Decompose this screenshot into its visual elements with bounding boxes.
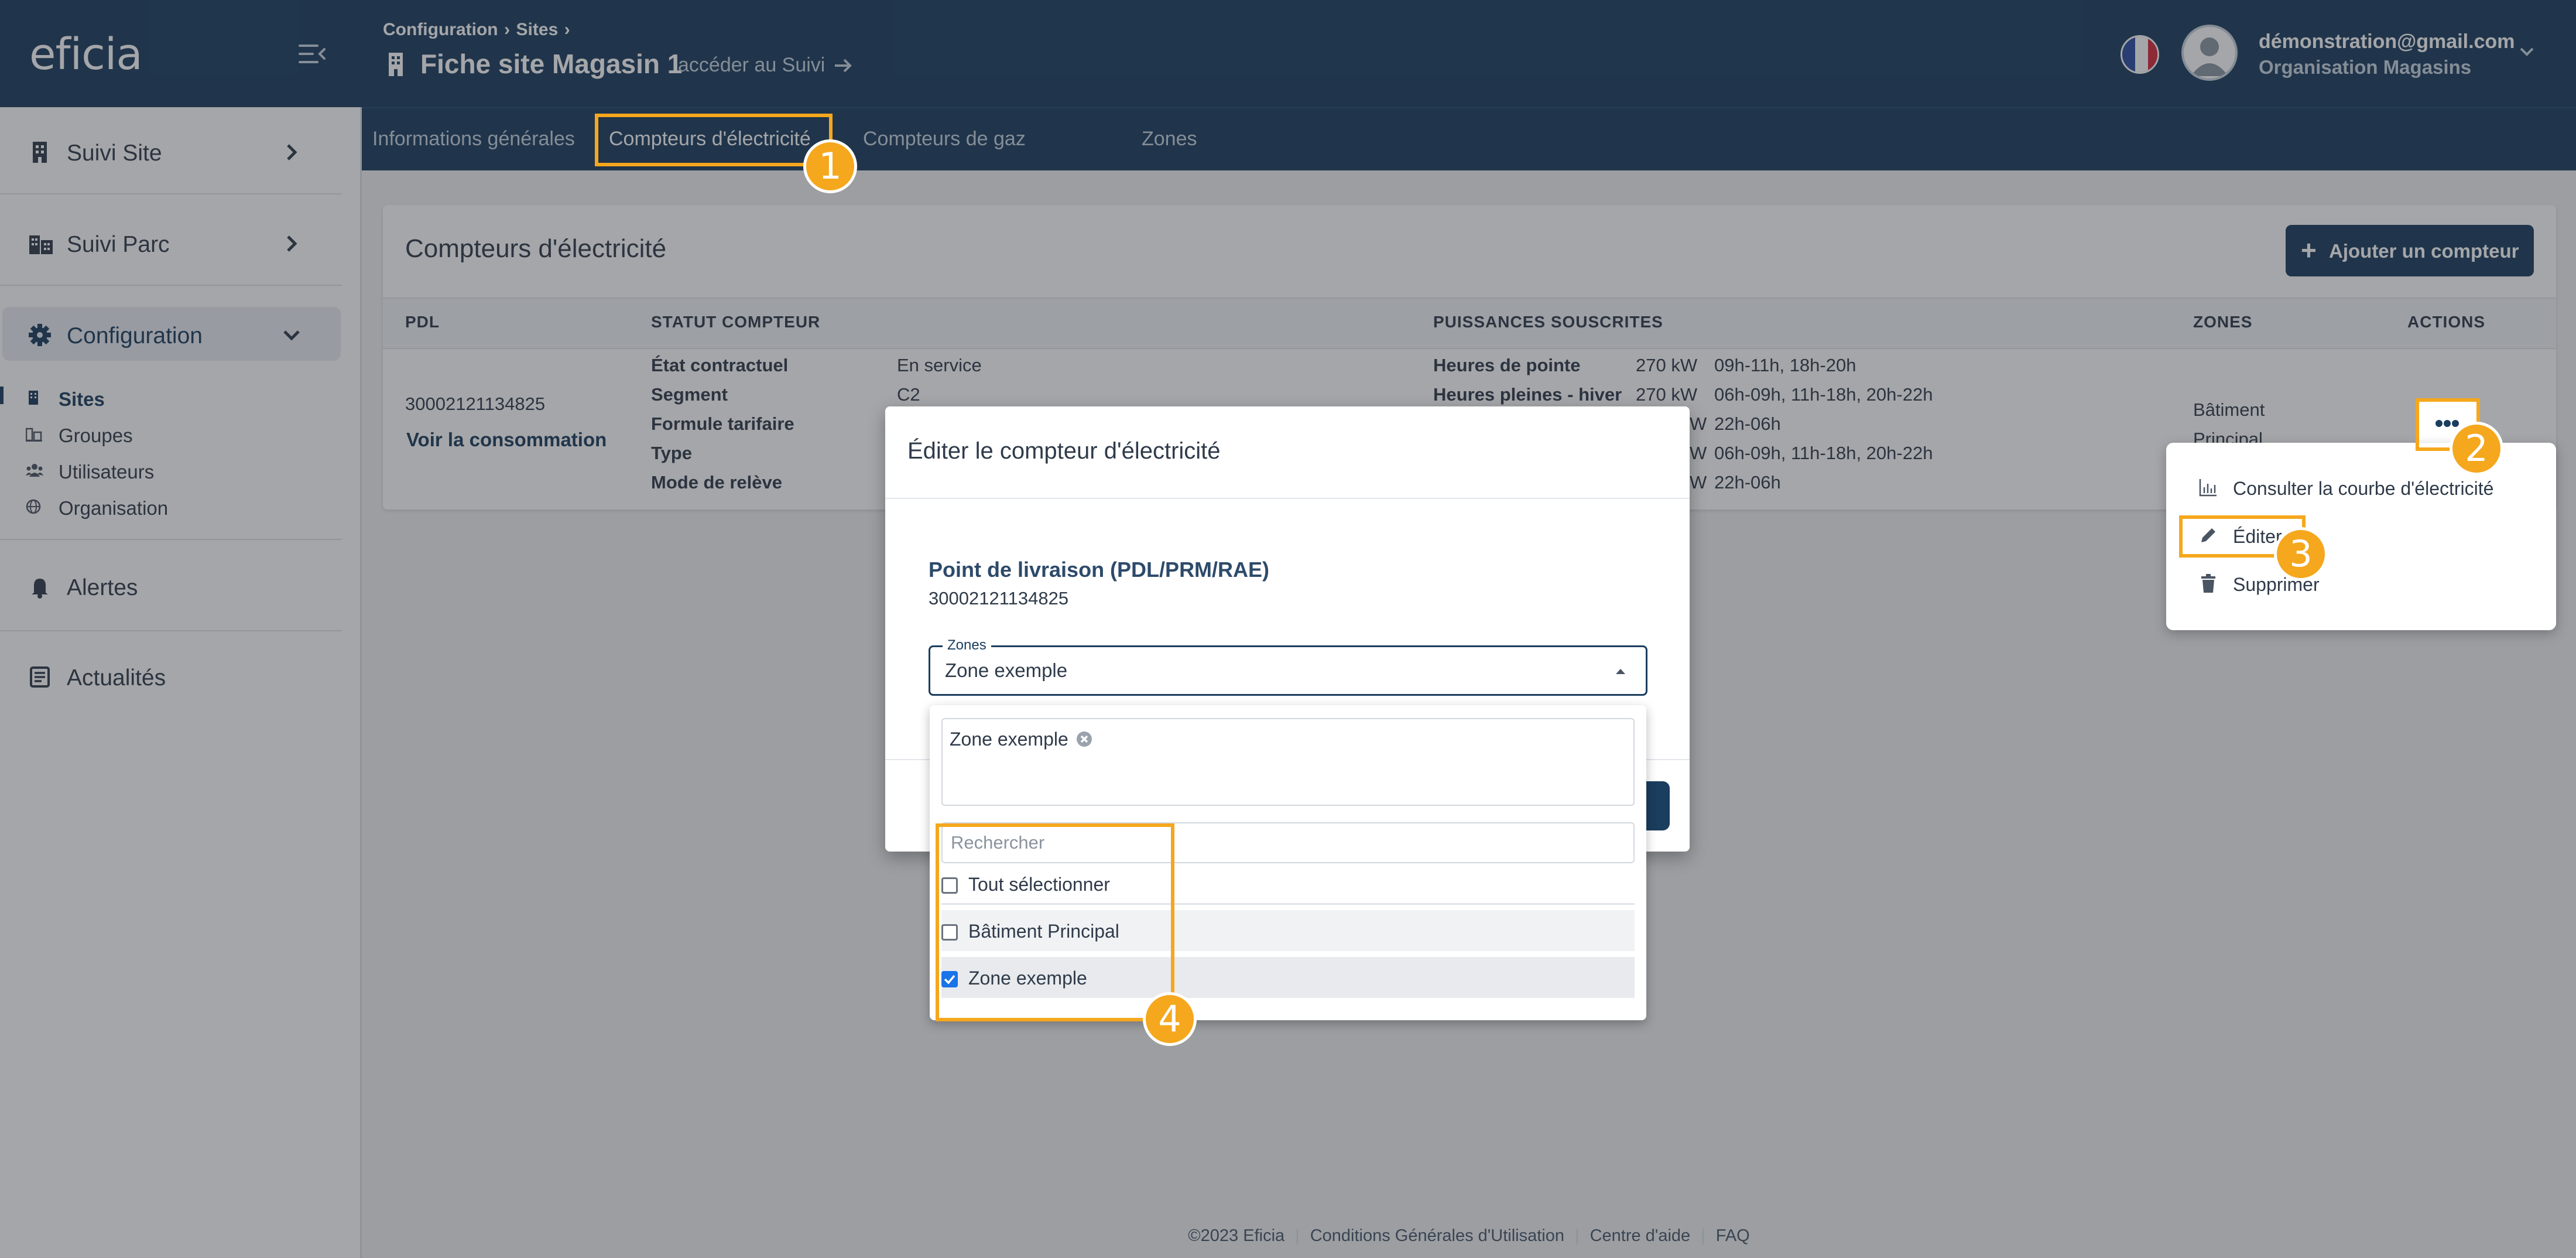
footer-separator: | [1701,1226,1705,1245]
chart-icon [2198,477,2219,498]
menu-item-delete[interactable]: Supprimer [2166,560,2556,607]
step-badge: 3 [2274,527,2328,581]
zones-selected-value: Zone exemple [945,659,1068,681]
footer-separator: | [1295,1226,1300,1245]
modal-divider [885,498,1690,499]
selected-chip: Zone exemple [950,729,1068,750]
trash-icon [2198,573,2219,594]
remove-chip-icon[interactable] [1075,730,1094,748]
zones-field-label: Zones [943,637,991,654]
step-badge: 1 [803,139,857,193]
footer-copyright: ©2023 Eficia [1188,1226,1285,1245]
highlight-box [595,114,833,166]
highlight-box [936,823,1174,1021]
footer-link-faq[interactable]: FAQ [1716,1226,1750,1245]
step-badge: 2 [2450,422,2503,476]
pdl-label: Point de livraison (PDL/PRM/RAE) [929,558,1270,582]
step-badge: 4 [1143,992,1197,1046]
modal-title: Éditer le compteur d'électricité [907,438,1221,464]
menu-item-view-curve[interactable]: Consulter la courbe d'électricité [2166,464,2556,511]
footer-separator: | [1575,1226,1580,1245]
footer-link-help[interactable]: Centre d'aide [1590,1226,1691,1245]
footer: ©2023 Eficia | Conditions Générales d'Util… [362,1226,2576,1246]
caret-up-icon[interactable] [1612,663,1629,679]
pdl-number: 30002121134825 [929,588,1069,609]
menu-item-label: Consulter la courbe d'électricité [2233,478,2494,499]
footer-link-cgu[interactable]: Conditions Générales d'Utilisation [1310,1226,1564,1245]
